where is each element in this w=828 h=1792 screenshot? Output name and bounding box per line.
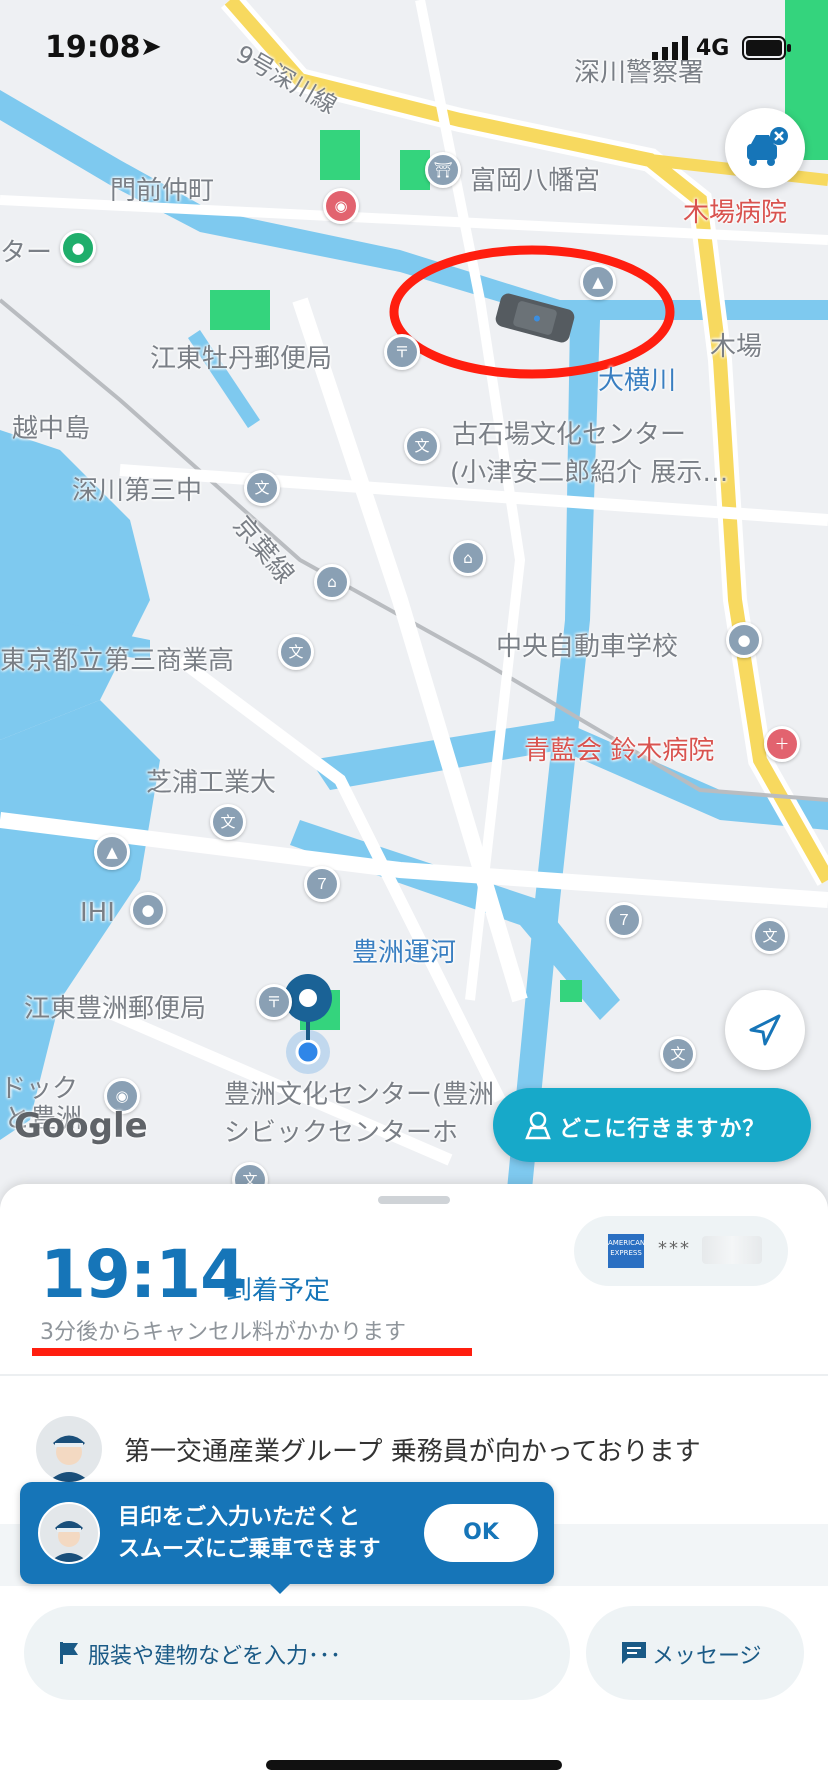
battery-icon	[742, 36, 791, 60]
landmark-input[interactable]: 服装や建物などを入力･･･	[24, 1606, 570, 1700]
school-poi-icon[interactable]: 文	[210, 804, 246, 840]
message-button-label: メッセージ	[652, 1644, 762, 1669]
status-time: 19:08	[45, 30, 141, 65]
eta-time: 19:14	[40, 1236, 246, 1313]
highlight-underline	[32, 1348, 472, 1356]
police-poi-icon[interactable]: ▲	[580, 264, 616, 300]
place-poi-icon[interactable]: ●	[726, 622, 762, 658]
house-poi-icon[interactable]: ⌂	[314, 564, 350, 600]
map-label: 深川第三中	[72, 476, 203, 506]
map-label: (小津安二郎紹介 展示…	[450, 458, 729, 488]
driver-avatar-icon	[48, 1435, 90, 1482]
tip-text: 目印をご入力いただくと スムーズにご乗車できます	[118, 1502, 380, 1566]
driver-status-message: 第一交通産業グループ 乗務員が向かっております	[124, 1437, 701, 1467]
map-label: 大横川	[598, 366, 677, 396]
school-poi-icon[interactable]: 文	[660, 1036, 696, 1072]
post-office-poi-icon[interactable]: 〒	[384, 334, 420, 370]
message-button[interactable]: メッセージ	[586, 1606, 804, 1700]
house-poi-icon[interactable]: ⌂	[450, 540, 486, 576]
navigation-arrow-icon	[749, 1014, 781, 1046]
map-label: 豊洲文化センター(豊洲	[224, 1080, 495, 1110]
car-cancel-icon	[747, 127, 788, 166]
landmark-tip-popup: 目印をご入力いただくと スムーズにご乗車できます OK	[20, 1482, 554, 1584]
map-label: 富岡八幡宮	[470, 166, 601, 196]
map-label: 木場	[710, 332, 763, 362]
place-poi-icon[interactable]: ●	[130, 892, 166, 928]
map-view[interactable]: 深川警察署 門前仲町 富岡八幡宮 木場病院 ター 木場 江東牡丹郵便局 大横川 …	[0, 0, 828, 1210]
map-label: ター	[0, 238, 53, 268]
map-label: 門前仲町	[110, 176, 215, 206]
card-masked-number: ***	[658, 1238, 691, 1259]
tip-driver-avatar	[38, 1502, 100, 1564]
tip-line-2: スムーズにご乗車できます	[118, 1537, 381, 1562]
driver-avatar	[36, 1416, 102, 1482]
status-bar: 19:08 ➤ 4G	[0, 0, 828, 100]
amex-logo-icon: AMERICAN EXPRESS	[608, 1234, 645, 1268]
tip-arrow	[268, 1582, 292, 1594]
signal-icon	[652, 36, 688, 60]
my-location-button[interactable]	[725, 990, 805, 1070]
divider	[0, 1374, 828, 1376]
cancel-notice: 3分後からキャンセル料がかかります	[40, 1320, 406, 1345]
police-poi-icon[interactable]: ▲	[94, 834, 130, 870]
location-person-icon	[525, 1111, 551, 1140]
school-poi-icon[interactable]: 文	[404, 428, 440, 464]
store-poi-icon[interactable]: ７	[304, 866, 340, 902]
map-label: 豊洲運河	[352, 938, 457, 968]
google-logo: Google	[14, 1106, 148, 1146]
map-label: 中央自動車学校	[496, 632, 679, 662]
ride-status-sheet: 19:14 到着予定 3分後からキャンセル料がかかります AMERICAN EX…	[0, 1184, 828, 1792]
map-label: 東京都立第三商業高	[0, 646, 235, 676]
payment-card-button[interactable]: AMERICAN EXPRESS ***	[574, 1216, 788, 1286]
shrine-poi-icon[interactable]: ⛩	[425, 152, 461, 188]
sheet-handle[interactable]	[378, 1196, 450, 1204]
post-office-poi-icon[interactable]: 〒	[256, 984, 292, 1020]
location-arrow-icon: ➤	[140, 32, 162, 62]
map-label: シビックセンターホ	[224, 1118, 459, 1148]
hospital-poi-icon[interactable]: ＋	[764, 726, 800, 762]
tip-ok-button[interactable]: OK	[424, 1504, 538, 1562]
shop-poi-icon[interactable]: ◉	[323, 188, 359, 224]
flag-icon	[60, 1642, 78, 1664]
card-number-blur	[702, 1236, 762, 1264]
map-label: 江東牡丹郵便局	[150, 344, 333, 374]
map-label: 越中島	[12, 414, 91, 444]
map-label: IHI	[80, 898, 115, 928]
where-to-label: どこに行きますか？	[559, 1117, 766, 1142]
chat-icon	[622, 1642, 646, 1664]
network-type: 4G	[696, 36, 730, 61]
map-label: 江東豊洲郵便局	[24, 994, 207, 1024]
eta-label: 到着予定	[226, 1276, 331, 1306]
home-indicator[interactable]	[266, 1760, 562, 1770]
map-label: 古石場文化センター	[452, 420, 687, 450]
school-poi-icon[interactable]: 文	[752, 918, 788, 954]
school-poi-icon[interactable]: 文	[244, 470, 280, 506]
store-poi-icon[interactable]: ７	[606, 902, 642, 938]
map-label: 芝浦工業大	[146, 768, 277, 798]
landmark-input-placeholder: 服装や建物などを入力･･･	[88, 1644, 342, 1669]
place-poi-icon[interactable]: ●	[60, 230, 96, 266]
driver-avatar-icon	[50, 1521, 88, 1562]
tip-line-1: 目印をご入力いただくと	[118, 1505, 361, 1530]
school-poi-icon[interactable]: 文	[278, 634, 314, 670]
map-label: 青藍会 鈴木病院	[524, 736, 715, 766]
map-label: 木場病院	[683, 198, 788, 228]
where-to-button[interactable]: どこに行きますか？	[493, 1088, 811, 1162]
taxi-cancel-button[interactable]	[725, 108, 805, 188]
